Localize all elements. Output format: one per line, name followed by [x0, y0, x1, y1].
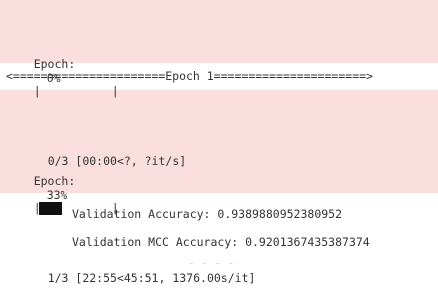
progress-stats: 1/3 [22:55<45:51, 1376.00s/it]: [47, 271, 256, 285]
progress-label: Epoch:: [33, 174, 76, 188]
notebook-output: Epoch: 0% | | 0/3 [00:00<?, ?it/s] <====…: [0, 0, 438, 285]
validation-accuracy-line: Validation Accuracy: 0.9389880952380952: [72, 207, 343, 221]
progress-bar-left-edge: |: [33, 84, 41, 98]
progress-bar-right-edge: |: [111, 84, 119, 98]
epoch-progress-bar: Epoch: 0% | | 0/3 [00:00<?, ?it/s]: [6, 43, 186, 168]
validation-mcc-line: Validation MCC Accuracy: 0.9201367435387…: [72, 235, 370, 249]
epoch-progress-bar: Epoch: 33% | | 1/3 [22:55<45:51, 1376.00…: [6, 160, 256, 285]
cut-off-text-line: - - - -: [188, 257, 235, 264]
epoch-banner: <======================Epoch 1==========…: [6, 69, 373, 83]
progress-bar-track: | |: [33, 84, 119, 98]
progress-bar-fill: [38, 202, 62, 215]
progress-percent: 33%: [46, 188, 68, 202]
